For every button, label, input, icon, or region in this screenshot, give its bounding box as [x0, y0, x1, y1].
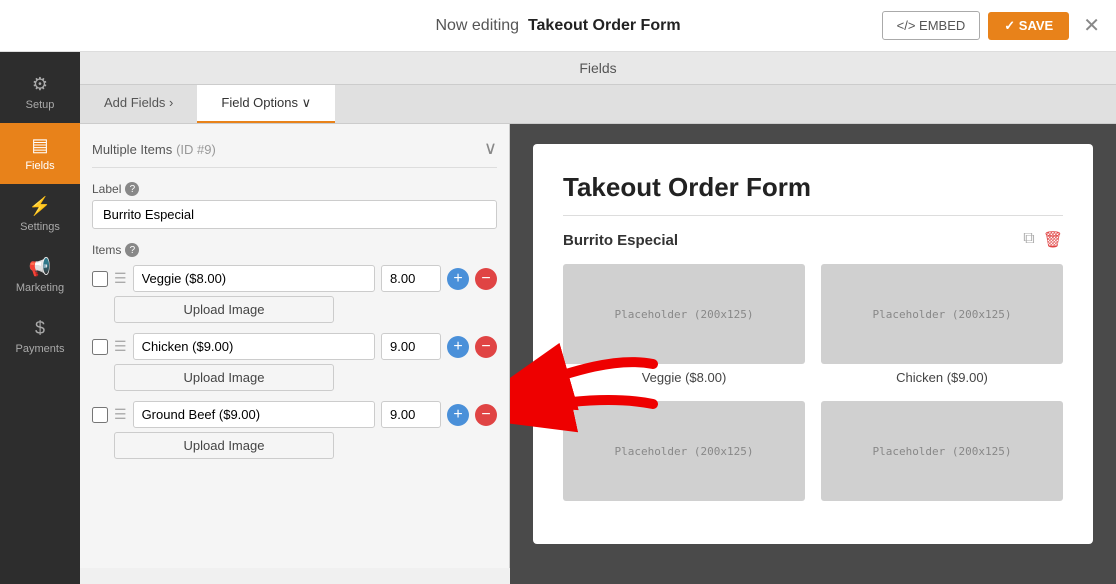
content-row: Multiple Items (ID #9) ∨ Label ? Items ? — [80, 124, 1116, 584]
item-card-name-2: Chicken ($9.00) — [821, 370, 1063, 385]
item-card-name-1: Veggie ($8.00) — [563, 370, 805, 385]
top-bar-actions: </> EMBED ✓ SAVE ✕ — [882, 11, 1106, 40]
placeholder-img-2: Placeholder (200x125) — [821, 264, 1063, 364]
label-section: Label ? — [92, 182, 497, 196]
field-id-value: (ID #9) — [176, 142, 216, 157]
sidebar-label-setup: Setup — [26, 99, 55, 111]
payments-icon: $ — [35, 318, 45, 339]
item-card-4: Placeholder (200x125) — [821, 401, 1063, 507]
delete-icon[interactable]: 🗑 — [1043, 230, 1063, 250]
tab-field-options[interactable]: Field Options ∨ — [197, 85, 335, 123]
field-type-name: Multiple Items — [92, 142, 172, 157]
burrito-section: Burrito Especial ⧉ 🗑 Placeholder (200x12… — [563, 230, 1063, 507]
gear-icon: ⚙ — [32, 74, 48, 95]
sidebar: ⚙ Setup ▤ Fields ⚡ Settings 📢 Marketing … — [0, 52, 80, 584]
label-help-icon[interactable]: ? — [125, 182, 139, 196]
item-name-input-2[interactable] — [133, 333, 375, 360]
item-name-input-3[interactable] — [133, 401, 375, 428]
item-remove-button-2[interactable]: − — [475, 336, 497, 358]
item-card-2: Placeholder (200x125) Chicken ($9.00) — [821, 264, 1063, 385]
left-panel: Multiple Items (ID #9) ∨ Label ? Items ? — [80, 124, 510, 568]
item-checkbox-1[interactable] — [92, 271, 108, 287]
close-button[interactable]: ✕ — [1077, 13, 1106, 38]
label-text: Label — [92, 182, 121, 196]
upload-image-button-3[interactable]: Upload Image — [114, 432, 334, 459]
sub-tabs: Add Fields › Field Options ∨ — [80, 85, 1116, 124]
field-options-label: Field Options — [221, 95, 298, 110]
upload-image-button-1[interactable]: Upload Image — [114, 296, 334, 323]
item-price-input-2[interactable] — [381, 333, 441, 360]
content-panel: Fields Add Fields › Field Options ∨ Mult… — [80, 52, 1116, 584]
fields-tab-label: Fields — [579, 60, 616, 76]
editing-prefix: Now editing — [435, 17, 519, 34]
item-name-input-1[interactable] — [133, 265, 375, 292]
burrito-header: Burrito Especial ⧉ 🗑 — [563, 230, 1063, 250]
copy-icon[interactable]: ⧉ — [1023, 230, 1034, 250]
burrito-actions: ⧉ 🗑 — [1023, 230, 1063, 250]
field-type-label: Multiple Items (ID #9) — [92, 141, 216, 157]
item-add-button-2[interactable]: + — [447, 336, 469, 358]
field-id-row: Multiple Items (ID #9) ∨ — [92, 138, 497, 168]
item-group-1: ☰ + − Upload Image — [92, 265, 497, 323]
settings-icon: ⚡ — [29, 196, 51, 217]
sidebar-label-payments: Payments — [16, 343, 65, 355]
top-bar: Now editing Takeout Order Form </> EMBED… — [0, 0, 1116, 52]
fields-tab-bar: Fields — [80, 52, 1116, 85]
item-row-1: ☰ + − — [92, 265, 497, 292]
item-card-3: Placeholder (200x125) — [563, 401, 805, 507]
main-layout: ⚙ Setup ▤ Fields ⚡ Settings 📢 Marketing … — [0, 52, 1116, 584]
items-help-icon[interactable]: ? — [125, 243, 139, 257]
placeholder-img-3: Placeholder (200x125) — [563, 401, 805, 501]
top-bar-title: Now editing Takeout Order Form — [435, 17, 680, 35]
items-grid: Placeholder (200x125) Veggie ($8.00) Pla… — [563, 264, 1063, 507]
field-dropdown-arrow[interactable]: ∨ — [484, 138, 497, 159]
add-fields-label: Add Fields — [104, 95, 165, 110]
form-preview: Takeout Order Form Burrito Especial ⧉ 🗑 — [533, 144, 1093, 544]
item-add-button-1[interactable]: + — [447, 268, 469, 290]
sidebar-label-marketing: Marketing — [16, 282, 64, 294]
item-checkbox-2[interactable] — [92, 339, 108, 355]
item-row-2: ☰ + − — [92, 333, 497, 360]
embed-button[interactable]: </> EMBED — [882, 11, 981, 40]
form-preview-title: Takeout Order Form — [563, 172, 1063, 216]
sidebar-item-setup[interactable]: ⚙ Setup — [0, 62, 80, 123]
burrito-title: Burrito Especial — [563, 232, 678, 249]
upload-image-button-2[interactable]: Upload Image — [114, 364, 334, 391]
item-group-3: ☰ + − Upload Image — [92, 401, 497, 459]
items-text: Items — [92, 243, 121, 257]
item-checkbox-3[interactable] — [92, 407, 108, 423]
item-group-2: ☰ + − Upload Image — [92, 333, 497, 391]
fields-icon: ▤ — [31, 135, 48, 156]
field-options-arrow: ∨ — [302, 95, 312, 110]
item-row-3: ☰ + − — [92, 401, 497, 428]
item-price-input-3[interactable] — [381, 401, 441, 428]
sidebar-item-marketing[interactable]: 📢 Marketing — [0, 245, 80, 306]
placeholder-img-1: Placeholder (200x125) — [563, 264, 805, 364]
item-card-1: Placeholder (200x125) Veggie ($8.00) — [563, 264, 805, 385]
save-button[interactable]: ✓ SAVE — [988, 12, 1069, 40]
add-fields-arrow: › — [169, 95, 173, 110]
right-panel: Takeout Order Form Burrito Especial ⧉ 🗑 — [510, 124, 1116, 584]
drag-handle-1[interactable]: ☰ — [114, 270, 127, 287]
tab-add-fields[interactable]: Add Fields › — [80, 85, 197, 123]
item-add-button-3[interactable]: + — [447, 404, 469, 426]
placeholder-img-4: Placeholder (200x125) — [821, 401, 1063, 501]
sidebar-item-payments[interactable]: $ Payments — [0, 306, 80, 367]
items-label: Items ? — [92, 243, 497, 257]
form-name: Takeout Order Form — [528, 17, 681, 34]
drag-handle-3[interactable]: ☰ — [114, 406, 127, 423]
drag-handle-2[interactable]: ☰ — [114, 338, 127, 355]
label-input[interactable] — [92, 200, 497, 229]
marketing-icon: 📢 — [29, 257, 51, 278]
sidebar-label-settings: Settings — [20, 221, 60, 233]
item-remove-button-3[interactable]: − — [475, 404, 497, 426]
item-price-input-1[interactable] — [381, 265, 441, 292]
sidebar-item-settings[interactable]: ⚡ Settings — [0, 184, 80, 245]
item-remove-button-1[interactable]: − — [475, 268, 497, 290]
sidebar-item-fields[interactable]: ▤ Fields — [0, 123, 80, 184]
sidebar-label-fields: Fields — [25, 160, 54, 172]
